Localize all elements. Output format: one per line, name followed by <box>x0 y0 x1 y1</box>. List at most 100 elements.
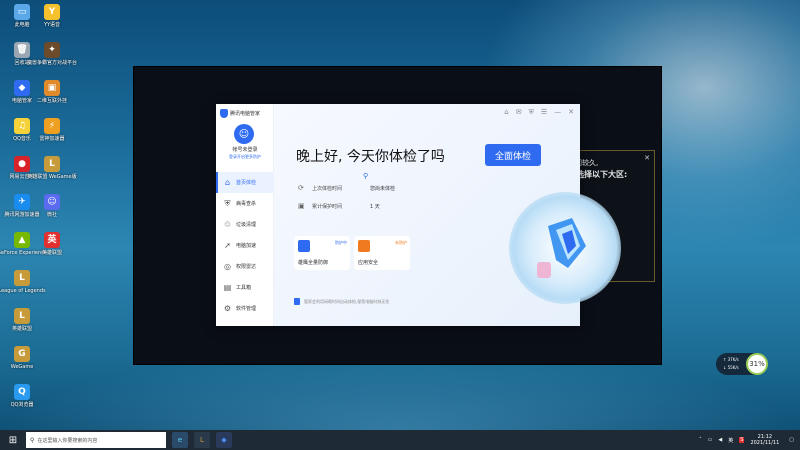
desktop-icon[interactable]: 英英雄联盟 <box>34 232 70 256</box>
feature-label: 雄鹰全量防御 <box>298 260 329 266</box>
sidebar-item-label: 病毒查杀 <box>236 201 257 207</box>
shield-icon[interactable]: ⛨ <box>529 108 534 117</box>
desktop-icon[interactable]: ▣ 二维互联外挂 <box>34 80 70 104</box>
protect-time-value: 1 天 <box>370 203 380 210</box>
sidebar-item[interactable]: ♲ 垃圾清理 <box>216 214 274 235</box>
app-icon: 英 <box>44 232 60 248</box>
app-icon: ◆ <box>14 80 30 96</box>
desktop-icon[interactable]: ☺ 微社 <box>34 194 70 218</box>
desktop-icon-label: 此电脑 <box>14 22 30 28</box>
desktop-icon[interactable]: G WeGame <box>4 346 40 370</box>
orb-accent <box>537 262 551 278</box>
desktop-icon-label: 英雄联盟 <box>41 250 62 256</box>
taskbar-app-lol[interactable]: L <box>194 432 210 448</box>
desktop-icon[interactable]: ✦ 魔兽争霸官方对战平台 <box>27 42 77 66</box>
taskbar-search[interactable]: ⚲ 在这里输入你要搜索的内容 <box>26 432 166 448</box>
sidebar-item[interactable]: ⛨ 病毒查杀 <box>216 193 274 214</box>
status-badge: 防护中 <box>335 240 347 245</box>
last-scan-row: ⟳ 上次体检时间 您尚未体检 <box>298 184 395 192</box>
last-scan-value: 您尚未体检 <box>370 185 396 192</box>
feature-label: 应用安全 <box>358 260 379 266</box>
app-icon: ✦ <box>44 42 60 58</box>
app-icon: L <box>14 308 30 324</box>
desktop-icon[interactable]: Q QQ浏览器 <box>4 384 40 408</box>
chevron-up-icon[interactable]: ˄ <box>699 437 702 443</box>
ime-icon[interactable]: S <box>739 437 745 443</box>
pin-icon: ⚲ <box>363 172 369 180</box>
sidebar-item[interactable]: ▤ 工具箱 <box>216 277 274 298</box>
desktop-icon[interactable]: ⚡ 雷神加速器 <box>34 118 70 142</box>
notification-icon[interactable]: ▢ <box>789 437 794 443</box>
sidebar-item[interactable]: ⌂ 首页体检 <box>216 172 274 193</box>
desktop-icon-label: 魔兽争霸官方对战平台 <box>27 60 78 66</box>
app-icon: Q <box>14 384 30 400</box>
desktop-icon-label: 英雄联盟 WeGame版 <box>27 174 77 180</box>
download-speed: ↓ 55K/s <box>723 365 739 370</box>
app-icon: ✈ <box>14 194 30 210</box>
search-icon: ⚲ <box>30 436 35 444</box>
sidebar-item[interactable]: ◎ 权限雷达 <box>216 256 274 277</box>
sidebar-item[interactable]: ⚙ 软件管理 <box>216 298 274 319</box>
avatar[interactable]: ☺ <box>234 124 254 144</box>
app-security-icon <box>358 240 370 252</box>
taskbar-app-edge[interactable]: e <box>172 432 188 448</box>
upload-speed: ↑ 37K/s <box>723 357 739 362</box>
app-icon: G <box>14 346 30 362</box>
login-link[interactable]: 登录开启更多防护 <box>216 154 274 160</box>
feature-card-defense[interactable]: 防护中 雄鹰全量防御 <box>294 236 350 270</box>
menu-icon[interactable]: ☰ <box>541 108 547 117</box>
sidebar-nav: ⌂ 首页体检 ⛨ 病毒查杀 ♲ 垃圾清理 ➚ 电脑加速 ◎ 权限雷达 ▤ 工具箱 ⚙ 软件管理 <box>216 172 274 319</box>
last-scan-label: 上次体检时间 <box>312 185 343 192</box>
clock-date: 2021/11/11 <box>750 440 780 446</box>
network-speed-widget[interactable]: ↑ 37K/s ↓ 55K/s 31% <box>716 353 768 375</box>
clock[interactable]: 21:12 2021/11/11 <box>750 434 779 446</box>
sidebar: 腾讯电脑管家 ☺ 帐号未登录 登录开启更多防护 ⌂ 首页体检 ⛨ 病毒查杀 ♲ 垃圾清理 ➚… <box>216 104 274 326</box>
desktop-icon-label: 电脑管家 <box>11 98 32 104</box>
input-language[interactable]: 英 <box>728 437 733 444</box>
calendar-icon: ▣ <box>298 202 305 210</box>
close-icon[interactable]: ✕ <box>644 154 650 162</box>
full-scan-button[interactable]: 全面体检 <box>485 144 541 166</box>
desktop-icon[interactable]: L League of Legends <box>0 270 46 294</box>
app-icon: ☺ <box>44 194 60 210</box>
windows-icon: ⊞ <box>8 434 18 446</box>
protect-time-label: 累计保护时间 <box>312 203 343 210</box>
desktop-icon-label: QQ音乐 <box>13 136 31 142</box>
sidebar-item[interactable]: ➚ 电脑加速 <box>216 235 274 256</box>
search-placeholder: 在这里输入你要搜索的内容 <box>37 437 98 444</box>
pc-manager-window: 腾讯电脑管家 ☺ 帐号未登录 登录开启更多防护 ⌂ 首页体检 ⛨ 病毒查杀 ♲ 垃圾清理 ➚… <box>216 104 621 326</box>
panel-prompt: 请选择以下大区: <box>568 170 628 179</box>
desktop-icon-label: 二维互联外挂 <box>36 98 67 104</box>
minimize-icon[interactable]: — <box>554 108 561 117</box>
tip-text: 管家会利用闲暇时间自动体检,保您电脑时刻无忧 <box>304 298 390 304</box>
sidebar-item-label: 首页体检 <box>236 180 257 186</box>
desktop-icon[interactable]: L 英雄联盟 WeGame版 <box>27 156 77 180</box>
desktop-icon-label: 微社 <box>46 212 57 218</box>
message-icon[interactable]: ✉ <box>516 108 522 117</box>
system-tray: ˄ ▭ ◀ 英 S 21:12 2021/11/11 ▢ <box>699 430 800 450</box>
info-icon <box>294 298 300 305</box>
desktop-icon[interactable]: Y YY语音 <box>34 4 70 28</box>
desktop-icon-label: 雷神加速器 <box>39 136 65 142</box>
volume-icon[interactable]: ◀ <box>718 437 722 443</box>
app-logo: 腾讯电脑管家 <box>220 109 260 118</box>
user-icon: ☺ <box>238 128 250 140</box>
login-status[interactable]: 帐号未登录 <box>216 146 274 153</box>
close-icon[interactable]: ✕ <box>568 108 574 117</box>
feature-card-app-security[interactable]: 未防护 应用安全 <box>354 236 410 270</box>
network-icon[interactable]: ▭ <box>708 437 713 443</box>
app-icon: L <box>14 270 30 286</box>
protect-time-row: ▣ 累计保护时间 1 天 <box>298 202 380 210</box>
app-icon: L <box>44 156 60 172</box>
desktop-icon-label: QQ浏览器 <box>10 402 34 408</box>
start-button[interactable]: ⊞ <box>0 430 26 450</box>
desktop-icon-label: League of Legends <box>0 288 46 294</box>
eagle-icon <box>298 240 310 252</box>
taskbar-app-pcmanager[interactable]: ◆ <box>216 432 232 448</box>
tip-bar: 管家会利用闲暇时间自动体检,保您电脑时刻无忧 <box>294 298 389 305</box>
skin-icon[interactable]: ⌂ <box>504 108 508 117</box>
sidebar-item-label: 垃圾清理 <box>236 222 257 228</box>
panel-text: 时间较久, <box>568 159 599 167</box>
app-title: 腾讯电脑管家 <box>230 111 261 117</box>
desktop-icon[interactable]: L 英雄联盟 <box>4 308 40 332</box>
